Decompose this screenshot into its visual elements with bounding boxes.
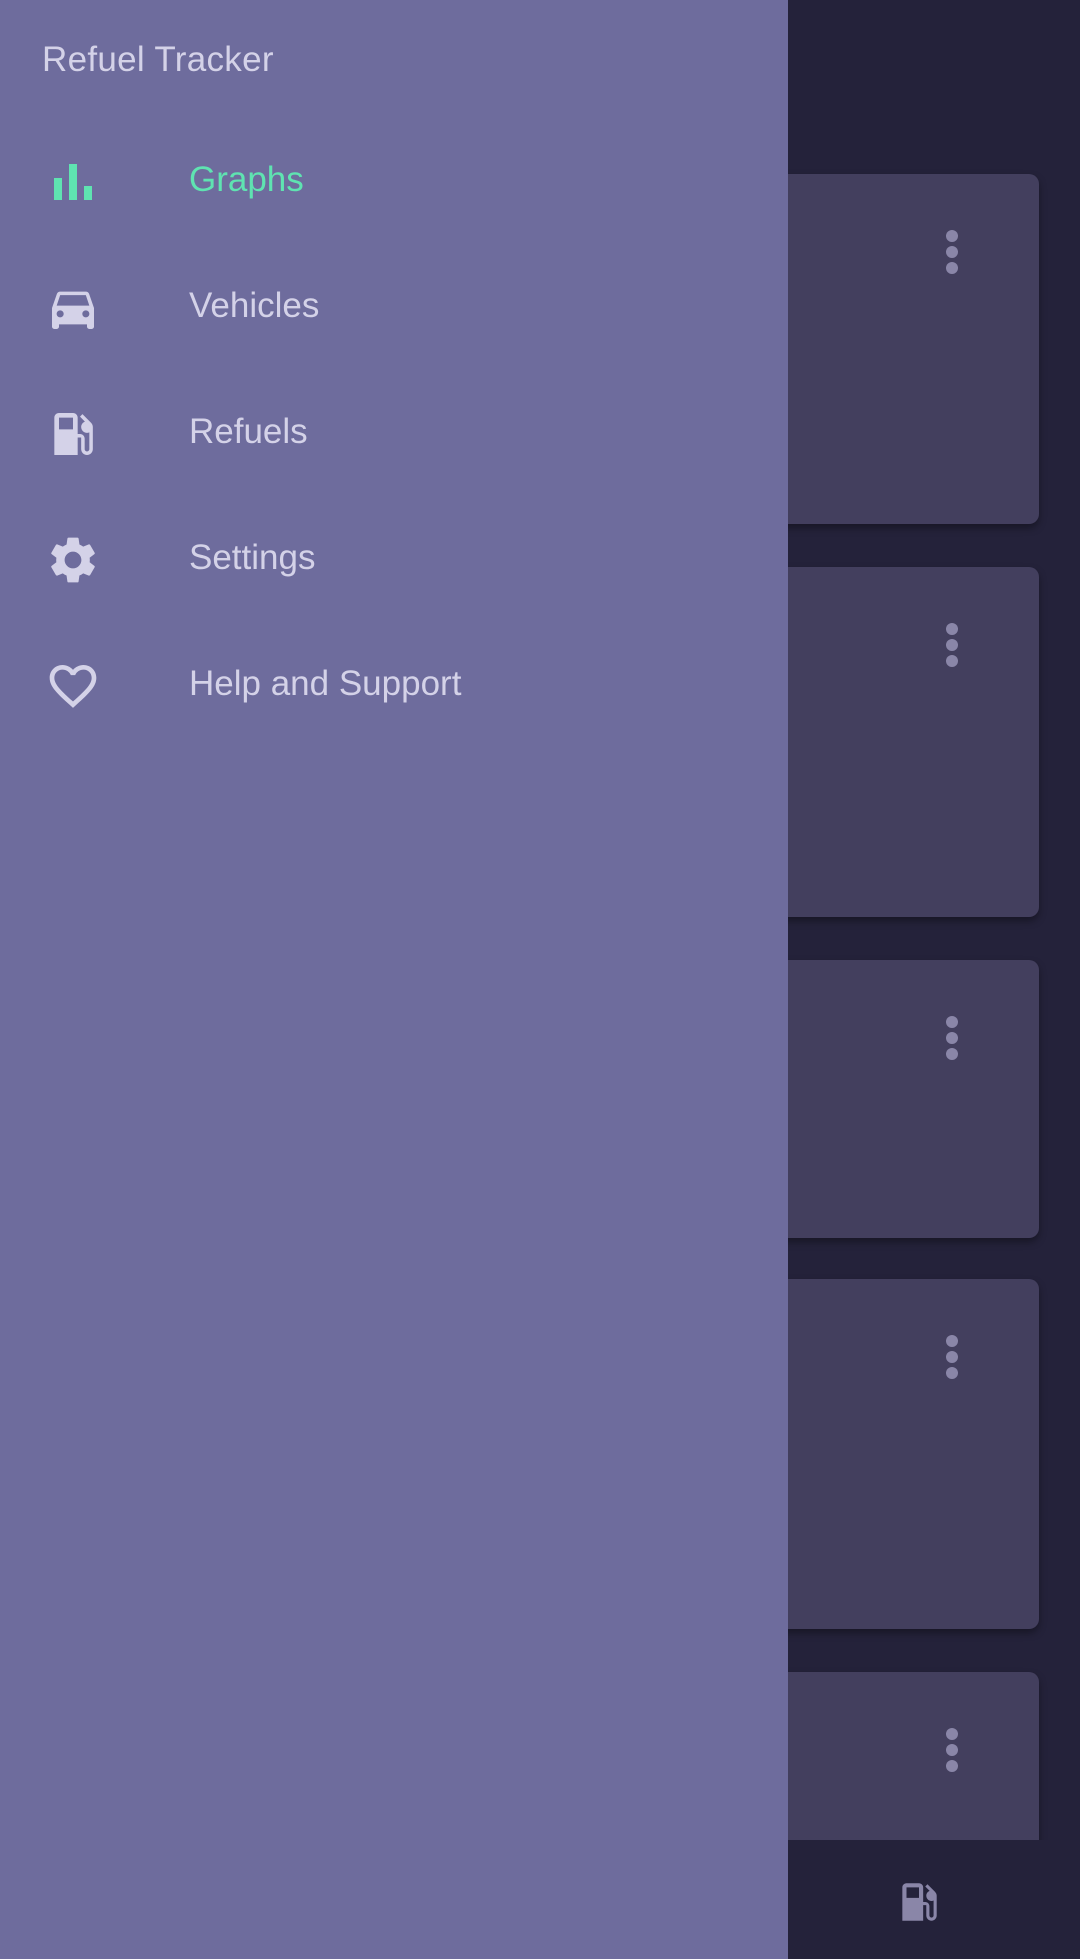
more-vert-icon[interactable] xyxy=(945,1335,959,1379)
fuel-pump-icon[interactable] xyxy=(894,1876,944,1928)
drawer-item-label: Graphs xyxy=(189,160,304,199)
drawer-item-refuels[interactable]: Refuels xyxy=(0,374,788,500)
list-card[interactable] xyxy=(764,174,1039,524)
bar-chart-icon xyxy=(54,164,92,200)
drawer-item-label: Vehicles xyxy=(189,286,320,325)
drawer-title: Refuel Tracker xyxy=(42,40,274,79)
more-vert-icon[interactable] xyxy=(945,1016,959,1060)
heart-icon xyxy=(49,665,97,708)
list-card[interactable] xyxy=(764,1279,1039,1629)
more-vert-icon[interactable] xyxy=(945,230,959,274)
drawer-item-label: Refuels xyxy=(189,412,308,451)
bottom-navigation xyxy=(764,1840,1080,1959)
navigation-drawer: Refuel Tracker Graphs Vehicles Refuels S… xyxy=(0,0,788,1959)
list-card[interactable] xyxy=(764,567,1039,917)
car-icon xyxy=(52,291,94,329)
list-card[interactable] xyxy=(764,960,1039,1238)
fuel-pump-icon xyxy=(54,413,93,455)
drawer-item-label: Settings xyxy=(189,538,316,577)
drawer-item-graphs[interactable]: Graphs xyxy=(0,122,788,248)
drawer-item-vehicles[interactable]: Vehicles xyxy=(0,248,788,374)
more-vert-icon[interactable] xyxy=(945,1728,959,1772)
drawer-item-label: Help and Support xyxy=(189,664,462,703)
more-vert-icon[interactable] xyxy=(945,623,959,667)
app-root: Refuel Tracker Graphs Vehicles Refuels S… xyxy=(0,0,1080,1959)
drawer-item-help-and-support[interactable]: Help and Support xyxy=(0,626,788,752)
gear-icon xyxy=(51,537,95,583)
drawer-item-settings[interactable]: Settings xyxy=(0,500,788,626)
